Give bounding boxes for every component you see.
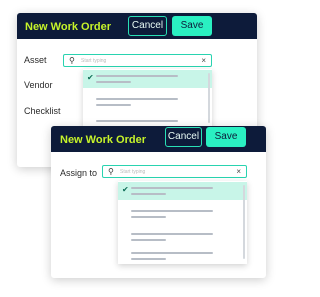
placeholder-line — [96, 98, 178, 100]
save-button[interactable]: Save — [172, 16, 212, 36]
list-item[interactable] — [118, 229, 247, 247]
placeholder-line — [96, 81, 131, 83]
list-item[interactable] — [118, 248, 247, 266]
placeholder-line — [96, 120, 178, 122]
clear-icon[interactable]: × — [201, 56, 206, 66]
checklist-label: Checklist — [24, 106, 61, 116]
placeholder-line — [131, 258, 166, 260]
placeholder-line — [131, 239, 166, 241]
placeholder-line — [131, 210, 213, 212]
form-title: New Work Order — [25, 21, 111, 33]
form-title: New Work Order — [60, 134, 146, 146]
placeholder-line — [131, 187, 213, 189]
placeholder-line — [131, 252, 213, 254]
assign-to-label: Assign to — [60, 168, 98, 178]
list-item[interactable] — [83, 95, 212, 113]
placeholder-line — [131, 216, 166, 218]
assign-dropdown-list: ✔ — [118, 181, 247, 264]
dropdown-scrollbar[interactable] — [208, 73, 210, 123]
list-item[interactable]: ✔ — [83, 70, 212, 88]
clear-icon[interactable]: × — [236, 167, 241, 177]
list-item[interactable] — [118, 206, 247, 224]
assign-search-input[interactable]: ⚲ Start typing × — [102, 165, 247, 178]
cancel-button[interactable]: Cancel — [165, 127, 202, 147]
search-placeholder: Start typing — [120, 169, 146, 175]
front-work-order-form: New Work Order Cancel Save Assign to ⚲ S… — [51, 126, 266, 278]
search-icon: ⚲ — [108, 167, 114, 176]
save-button[interactable]: Save — [206, 127, 246, 147]
search-icon: ⚲ — [69, 56, 75, 65]
placeholder-line — [131, 193, 166, 195]
vendor-label: Vendor — [24, 80, 53, 90]
cancel-button[interactable]: Cancel — [128, 16, 167, 36]
placeholder-line — [131, 233, 213, 235]
dropdown-scrollbar[interactable] — [243, 185, 245, 259]
check-icon: ✔ — [122, 185, 129, 194]
placeholder-line — [96, 75, 178, 77]
asset-label: Asset — [24, 55, 47, 65]
search-placeholder: Start typing — [81, 58, 107, 64]
list-item[interactable]: ✔ — [118, 182, 247, 200]
check-icon: ✔ — [87, 73, 94, 82]
placeholder-line — [96, 104, 131, 106]
asset-search-input[interactable]: ⚲ Start typing × — [63, 54, 212, 67]
asset-dropdown-list: ✔ — [83, 69, 212, 128]
